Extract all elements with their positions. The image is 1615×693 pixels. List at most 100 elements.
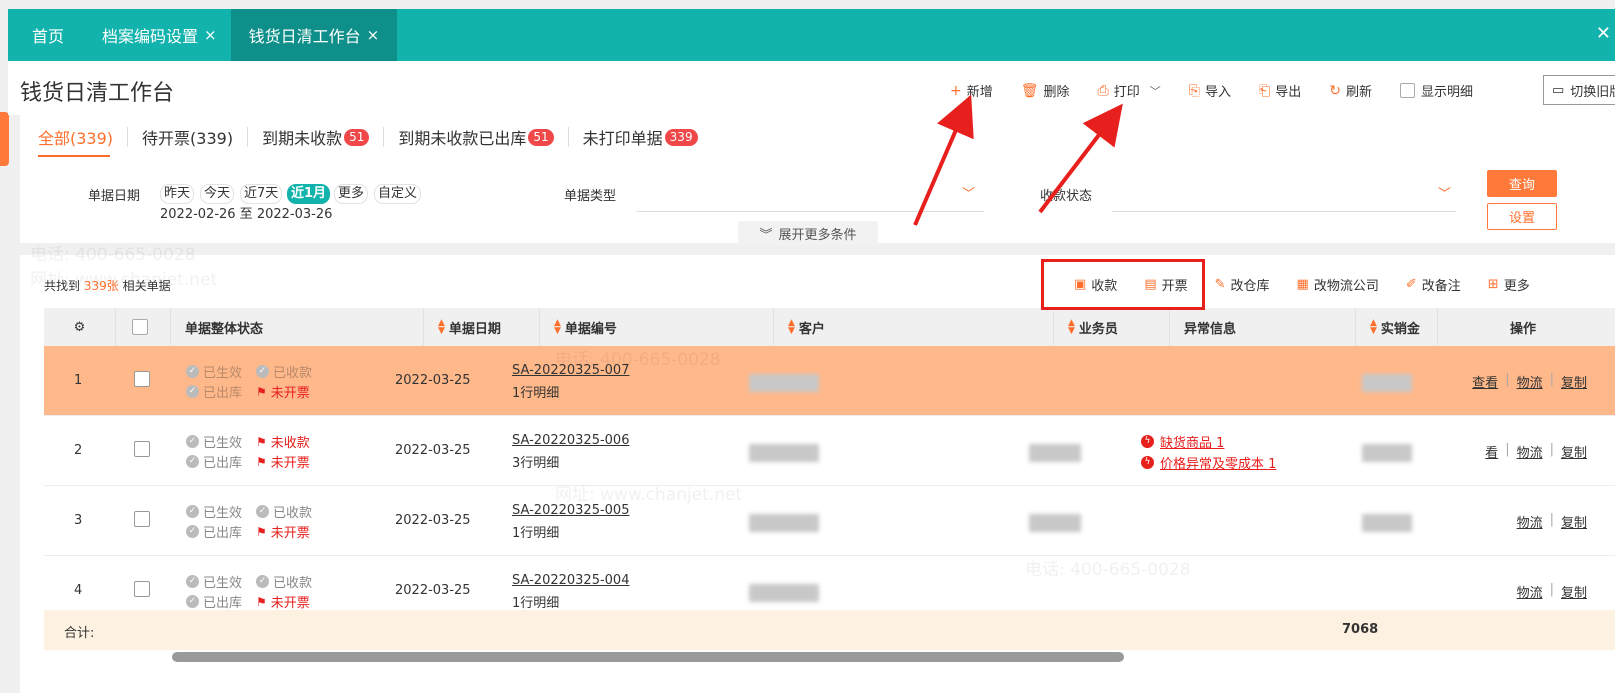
select-all-checkbox[interactable] — [116, 308, 171, 346]
checkbox[interactable] — [1399, 83, 1415, 98]
sort-icon[interactable]: ▲ ▼ — [788, 319, 795, 336]
sort-icon[interactable]: ▲ ▼ — [1068, 319, 1075, 336]
tab-code-settings[interactable]: 档案编码设置 × — [88, 9, 231, 61]
col-customer[interactable]: ▲ ▼ 客户 — [774, 308, 1054, 346]
copy-link[interactable]: 复制 — [1561, 442, 1587, 461]
table-row[interactable]: 1 ✓ 已生效 ✓ 已收款 ✓ 已出库 ⚑ 未开票 2022-03-25 SA-202203… — [44, 346, 1615, 416]
logistics-link[interactable]: 物流 — [1517, 512, 1543, 531]
change-warehouse-button[interactable]: ✎ 改仓库 — [1215, 275, 1270, 294]
col-bill-no[interactable]: ▲ ▼ 单据编号 — [540, 308, 774, 346]
amount-redacted — [1362, 514, 1412, 532]
bill-number-link[interactable]: SA-20220325-004 — [512, 573, 629, 588]
tab-workbench[interactable]: 钱货日清工作台 × — [230, 9, 398, 61]
row-checkbox[interactable] — [134, 581, 150, 597]
delete-button[interactable]: 🗑 删除 — [1021, 81, 1070, 101]
sort-icon[interactable]: ▲ ▼ — [554, 319, 561, 336]
sort-icon[interactable]: ▲ ▼ — [1370, 319, 1377, 336]
status-tab-overdue[interactable]: 到期未收款 51 — [262, 125, 370, 149]
chevron-down-icon[interactable]: ﹀ — [1150, 83, 1161, 99]
tab-home[interactable]: 首页 — [8, 9, 88, 61]
warning-link[interactable]: 价格异常及零成本 1 — [1160, 453, 1276, 472]
sort-icon[interactable]: ▲ ▼ — [438, 319, 445, 336]
view-link[interactable]: 看 — [1485, 442, 1498, 461]
divider: | — [1505, 372, 1510, 387]
bill-number-link[interactable]: SA-20220325-006 — [512, 433, 629, 448]
add-button[interactable]: + 新增 — [950, 81, 993, 101]
close-icon[interactable]: × — [204, 26, 217, 44]
divider — [247, 127, 249, 147]
truck-icon: ▦ — [1296, 277, 1309, 292]
copy-link[interactable]: 复制 — [1561, 582, 1587, 601]
change-logistics-button[interactable]: ▦ 改物流公司 — [1297, 275, 1379, 294]
import-button[interactable]: ⎘ 导入 — [1189, 81, 1231, 101]
change-remark-button[interactable]: ✐ 改备注 — [1406, 275, 1461, 294]
row-checkbox[interactable] — [134, 441, 150, 457]
flag-icon: ⚑ — [256, 384, 267, 399]
switch-old-button[interactable]: ▭ 切换旧版 — [1543, 75, 1615, 105]
date-chip-custom[interactable]: 自定义 — [374, 184, 422, 204]
status-tab-overdue-shipped[interactable]: 到期未收款已出库 51 — [398, 125, 554, 149]
col-bill-no-label: 单据编号 — [564, 321, 617, 337]
top-tab-bar: 首页 档案编码设置 × 钱货日清工作台 × ✕ — [8, 9, 1615, 61]
date-chip-today[interactable]: 今天 — [200, 184, 235, 204]
print-button[interactable]: ⎙ 打印 ﹀ — [1098, 81, 1161, 101]
logistics-link[interactable]: 物流 — [1517, 442, 1543, 461]
bill-date: 2022-03-25 — [395, 513, 471, 528]
divider: | — [1549, 372, 1554, 387]
logistics-link[interactable]: 物流 — [1517, 372, 1543, 391]
date-chip-yesterday[interactable]: 昨天 — [160, 184, 195, 204]
chevron-down-icon[interactable]: ﹀ — [1438, 183, 1451, 202]
divider: | — [1549, 582, 1554, 597]
sidebar-toggle[interactable] — [0, 112, 9, 166]
more-button[interactable]: ⊞ 更多 — [1488, 275, 1530, 294]
flag-icon: ⚑ — [256, 594, 267, 609]
date-chip-1month[interactable]: 近1月 — [287, 184, 331, 204]
query-button[interactable]: 查询 — [1487, 170, 1557, 197]
payment-select[interactable] — [1112, 211, 1456, 212]
bill-number-link[interactable]: SA-20220325-007 — [512, 363, 629, 378]
row-checkbox[interactable] — [134, 371, 150, 387]
result-count: 共找到 339张 相关单据 — [44, 277, 171, 294]
type-select[interactable] — [636, 211, 984, 212]
date-chip-7days[interactable]: 近7天 — [240, 184, 283, 204]
status-pay: 已收款 — [273, 366, 313, 381]
close-icon[interactable]: × — [367, 26, 380, 44]
import-label: 导入 — [1204, 85, 1231, 100]
column-settings-icon[interactable]: ⚙ — [44, 308, 116, 346]
warning-item[interactable]: ϟ 价格异常及零成本 1 — [1141, 453, 1276, 472]
col-date[interactable]: ▲ ▼ 单据日期 — [424, 308, 540, 346]
date-range: 2022-02-26 至 2022-03-26 — [160, 207, 333, 222]
settings-button[interactable]: 设置 — [1487, 203, 1557, 230]
warning-link[interactable]: 缺货商品 1 — [1160, 432, 1224, 451]
status-pay: 已收款 — [273, 576, 313, 591]
warning-item[interactable]: ϟ 缺货商品 1 — [1141, 432, 1224, 451]
copy-link[interactable]: 复制 — [1561, 372, 1587, 391]
table-row[interactable]: 3 ✓ 已生效 ✓ 已收款 ✓ 已出库 ⚑ 未开票 2022-03-25 SA-202203… — [44, 486, 1615, 556]
status-line: ✓ 已生效 ⚑ 未收款 — [186, 432, 310, 451]
switch-old-label: 切换旧版 — [1570, 84, 1615, 100]
row-checkbox[interactable] — [134, 511, 150, 527]
col-salesman[interactable]: ▲ ▼ 业务员 — [1054, 308, 1170, 346]
status-tab-unprinted[interactable]: 未打印单据 339 — [583, 125, 698, 149]
lightning-icon: ϟ — [1141, 435, 1154, 448]
show-detail-checkbox[interactable]: 显示明细 — [1399, 81, 1473, 100]
annotation-highlight-box — [1041, 259, 1205, 310]
checkbox[interactable] — [132, 319, 148, 335]
expand-conditions-button[interactable]: ︾ 展开更多条件 — [738, 221, 878, 245]
view-link[interactable]: 查看 — [1472, 372, 1498, 391]
chevron-down-icon[interactable]: ﹀ — [962, 183, 975, 202]
col-amount[interactable]: ▲ ▼ 实销金 — [1356, 308, 1438, 346]
close-all-icon[interactable]: ✕ — [1596, 23, 1611, 44]
status-tab-all[interactable]: 全部(339) — [38, 125, 113, 149]
table-row[interactable]: 2 ✓ 已生效 ⚑ 未收款 ✓ 已出库 ⚑ 未开票 2022-03-25 SA-202203… — [44, 416, 1615, 486]
logistics-link[interactable]: 物流 — [1517, 582, 1543, 601]
bill-number-link[interactable]: SA-20220325-005 — [512, 503, 629, 518]
export-button[interactable]: ⎗ 导出 — [1259, 81, 1301, 101]
check-circle-icon: ✓ — [186, 385, 199, 398]
copy-link[interactable]: 复制 — [1561, 512, 1587, 531]
refresh-button[interactable]: ↻ 刷新 — [1329, 81, 1372, 101]
status-tab-to-invoice[interactable]: 待开票(339) — [142, 125, 233, 149]
date-chip-more[interactable]: 更多 — [334, 184, 369, 204]
horizontal-scrollbar[interactable] — [172, 652, 1124, 662]
status-out: 已出库 — [203, 456, 243, 471]
